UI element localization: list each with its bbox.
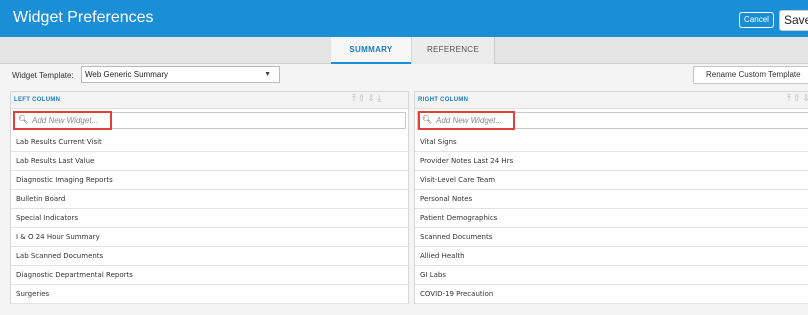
list-item[interactable]: Lab Scanned Documents <box>11 247 408 266</box>
highlight-box <box>13 111 112 130</box>
left-column-title: LEFT COLUMN <box>14 97 61 103</box>
list-item[interactable]: I & O 24 Hour Summary <box>11 228 408 247</box>
tab-summary[interactable]: SUMMARY <box>331 37 411 64</box>
save-button[interactable]: Save <box>779 10 808 31</box>
list-item[interactable]: COVID-19 Precaution <box>415 285 808 304</box>
widget-template-label: Widget Template: <box>12 71 74 80</box>
list-item[interactable]: Lab Results Last Value <box>11 152 408 171</box>
cancel-button[interactable]: Cancel <box>739 12 774 28</box>
list-item[interactable]: Lab Results Current Visit <box>11 133 408 152</box>
move-up-icon[interactable]: ⇧ <box>358 94 368 104</box>
list-item[interactable]: Vital Signs <box>415 133 808 152</box>
widget-template-select[interactable]: Web Generic Summary ▼ <box>81 66 280 83</box>
tab-reference[interactable]: REFERENCE <box>411 37 495 64</box>
list-item[interactable]: Personal Notes <box>415 190 808 209</box>
list-item[interactable]: Provider Notes Last 24 Hrs <box>415 152 808 171</box>
title-bar: Widget Preferences Cancel Save <box>0 0 808 37</box>
list-item[interactable]: Diagnostic Imaging Reports <box>11 171 408 190</box>
left-widget-list: Lab Results Current Visit Lab Results La… <box>11 133 408 304</box>
list-item[interactable]: Patient Demographics <box>415 209 808 228</box>
tab-bar: SUMMARY REFERENCE <box>0 37 808 64</box>
list-item[interactable]: Scanned Documents <box>415 228 808 247</box>
list-item[interactable]: Bulletin Board <box>11 190 408 209</box>
right-widget-list: Vital Signs Provider Notes Last 24 Hrs V… <box>415 133 808 304</box>
move-down-icon[interactable]: ⇩ <box>368 94 378 104</box>
right-column-panel: RIGHT COLUMN ⤒⇧⇩⤓ 🔍︎ Add New Widget... V… <box>414 91 808 304</box>
highlight-box <box>418 111 515 130</box>
list-item[interactable]: Visit-Level Care Team <box>415 171 808 190</box>
move-up-icon[interactable]: ⇧ <box>793 94 803 104</box>
left-column-panel: LEFT COLUMN ⤒⇧⇩⤓ 🔍︎ Add New Widget... La… <box>10 91 409 304</box>
list-item[interactable]: Allied Health <box>415 247 808 266</box>
right-column-title: RIGHT COLUMN <box>418 97 469 103</box>
list-item[interactable]: Surgeries <box>11 285 408 304</box>
list-item[interactable]: Diagnostic Departmental Reports <box>11 266 408 285</box>
reorder-controls: ⤒⇧⇩⤓ <box>787 94 808 104</box>
move-bottom-icon[interactable]: ⤓ <box>377 94 383 104</box>
move-down-icon[interactable]: ⇩ <box>803 94 808 104</box>
right-column-header: RIGHT COLUMN ⤒⇧⇩⤓ <box>415 92 808 109</box>
left-column-header: LEFT COLUMN ⤒⇧⇩⤓ <box>11 92 408 109</box>
reorder-controls: ⤒⇧⇩⤓ <box>352 94 383 104</box>
widget-template-value: Web Generic Summary <box>85 70 168 79</box>
rename-template-button[interactable]: Rename Custom Template <box>693 66 808 84</box>
window-title: Widget Preferences <box>13 9 154 26</box>
list-item[interactable]: GI Labs <box>415 266 808 285</box>
caret-down-icon: ▼ <box>264 71 271 78</box>
list-item[interactable]: Special Indicators <box>11 209 408 228</box>
